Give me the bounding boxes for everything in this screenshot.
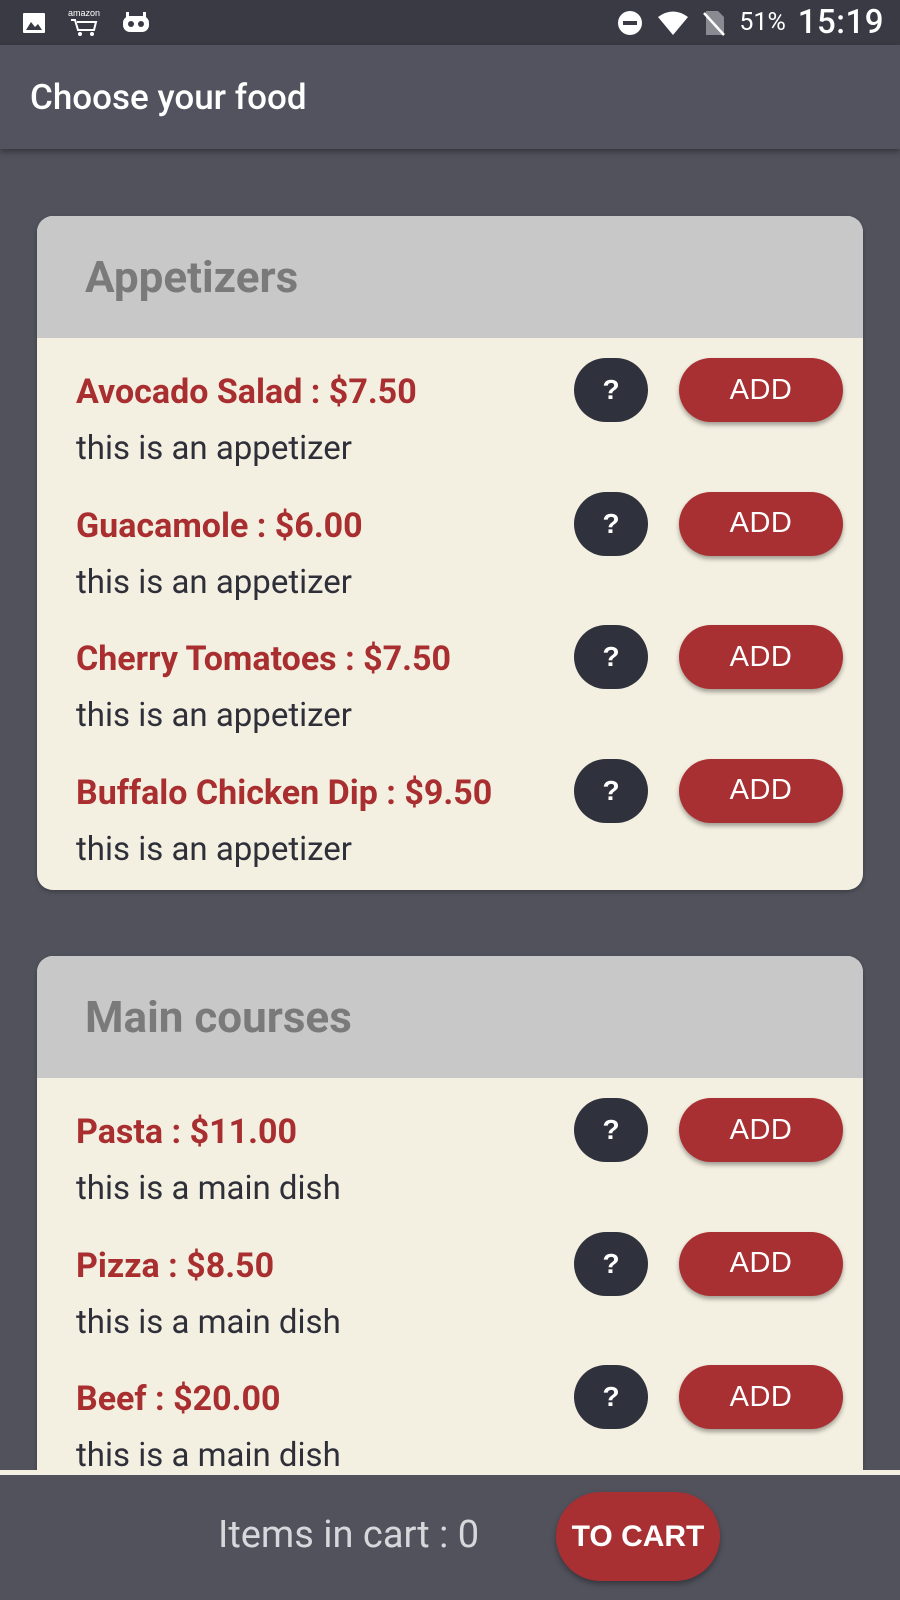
wifi-icon (657, 10, 689, 36)
item-description: this is an appetizer (76, 696, 352, 735)
item-name: Cherry Tomatoes : $7.50 (76, 639, 452, 679)
to-cart-button[interactable]: TO CART (556, 1492, 720, 1581)
item-name: Avocado Salad : $7.50 (76, 372, 417, 412)
add-button[interactable]: ADD (679, 1098, 843, 1162)
image-icon (22, 11, 46, 35)
item-name: Buffalo Chicken Dip : $9.50 (76, 772, 493, 813)
add-button[interactable]: ADD (679, 758, 843, 823)
item-name: Guacamole : $6.00 (76, 505, 363, 546)
app-bar: Choose your food (0, 45, 900, 149)
menu-item: Cherry Tomatoes : $7.50 this is an appet… (37, 605, 863, 739)
no-sim-icon (703, 10, 726, 36)
menu-item: Pizza : $8.50 this is a main dish ? ADD (37, 1212, 863, 1346)
add-button[interactable]: ADD (679, 358, 843, 422)
section-card-appetizers: Appetizers Avocado Salad : $7.50 this is… (37, 216, 863, 890)
status-bar-left: amazon (22, 9, 172, 36)
add-button[interactable]: ADD (679, 1365, 843, 1429)
info-button[interactable]: ? (574, 625, 648, 689)
status-bar-right: 51% 15:19 (603, 3, 884, 42)
status-bar: amazon 51% 15:19 (0, 0, 900, 45)
info-button[interactable]: ? (574, 358, 648, 422)
page-title: Choose your food (30, 76, 307, 118)
clock: 15:19 (797, 3, 884, 42)
do-not-disturb-icon (617, 10, 643, 36)
cart-bar: Items in cart : 0 TO CART (0, 1475, 900, 1600)
item-description: this is an appetizer (76, 562, 352, 602)
info-button[interactable]: ? (574, 1231, 648, 1296)
section-card-main-courses: Main courses Pasta : $11.00 this is a ma… (37, 956, 863, 1516)
cart-count-text: Items in cart : 0 (218, 1513, 480, 1557)
section-header: Appetizers (37, 216, 863, 338)
info-button[interactable]: ? (574, 491, 648, 556)
info-button[interactable]: ? (574, 1098, 648, 1162)
menu-item: Buffalo Chicken Dip : $9.50 this is an a… (37, 739, 863, 873)
info-button[interactable]: ? (574, 758, 648, 823)
info-button[interactable]: ? (574, 1365, 648, 1429)
amazon-cart-icon: amazon (68, 9, 100, 36)
menu-item: Avocado Salad : $7.50 this is an appetiz… (37, 338, 863, 472)
section-title: Main courses (85, 991, 352, 1043)
item-name: Pizza : $8.50 (76, 1245, 275, 1286)
menu-item: Guacamole : $6.00 this is an appetizer ?… (37, 472, 863, 606)
add-button[interactable]: ADD (679, 1231, 843, 1296)
item-description: this is a main dish (76, 1169, 341, 1208)
add-button[interactable]: ADD (679, 625, 843, 689)
battery-level: 51% (739, 8, 786, 37)
add-button[interactable]: ADD (679, 491, 843, 556)
menu-item: Beef : $20.00 this is a main dish ? ADD (37, 1345, 863, 1479)
item-description: this is an appetizer (76, 829, 352, 869)
section-title: Appetizers (85, 251, 299, 303)
section-header: Main courses (37, 956, 863, 1078)
item-description: this is a main dish (76, 1302, 341, 1342)
amazon-label: amazon (68, 8, 101, 18)
item-name: Pasta : $11.00 (76, 1112, 297, 1152)
item-name: Beef : $20.00 (76, 1379, 281, 1419)
menu-item: Pasta : $11.00 this is a main dish ? ADD (37, 1078, 863, 1212)
item-description: this is an appetizer (76, 429, 352, 468)
cyanogen-icon (122, 11, 150, 35)
